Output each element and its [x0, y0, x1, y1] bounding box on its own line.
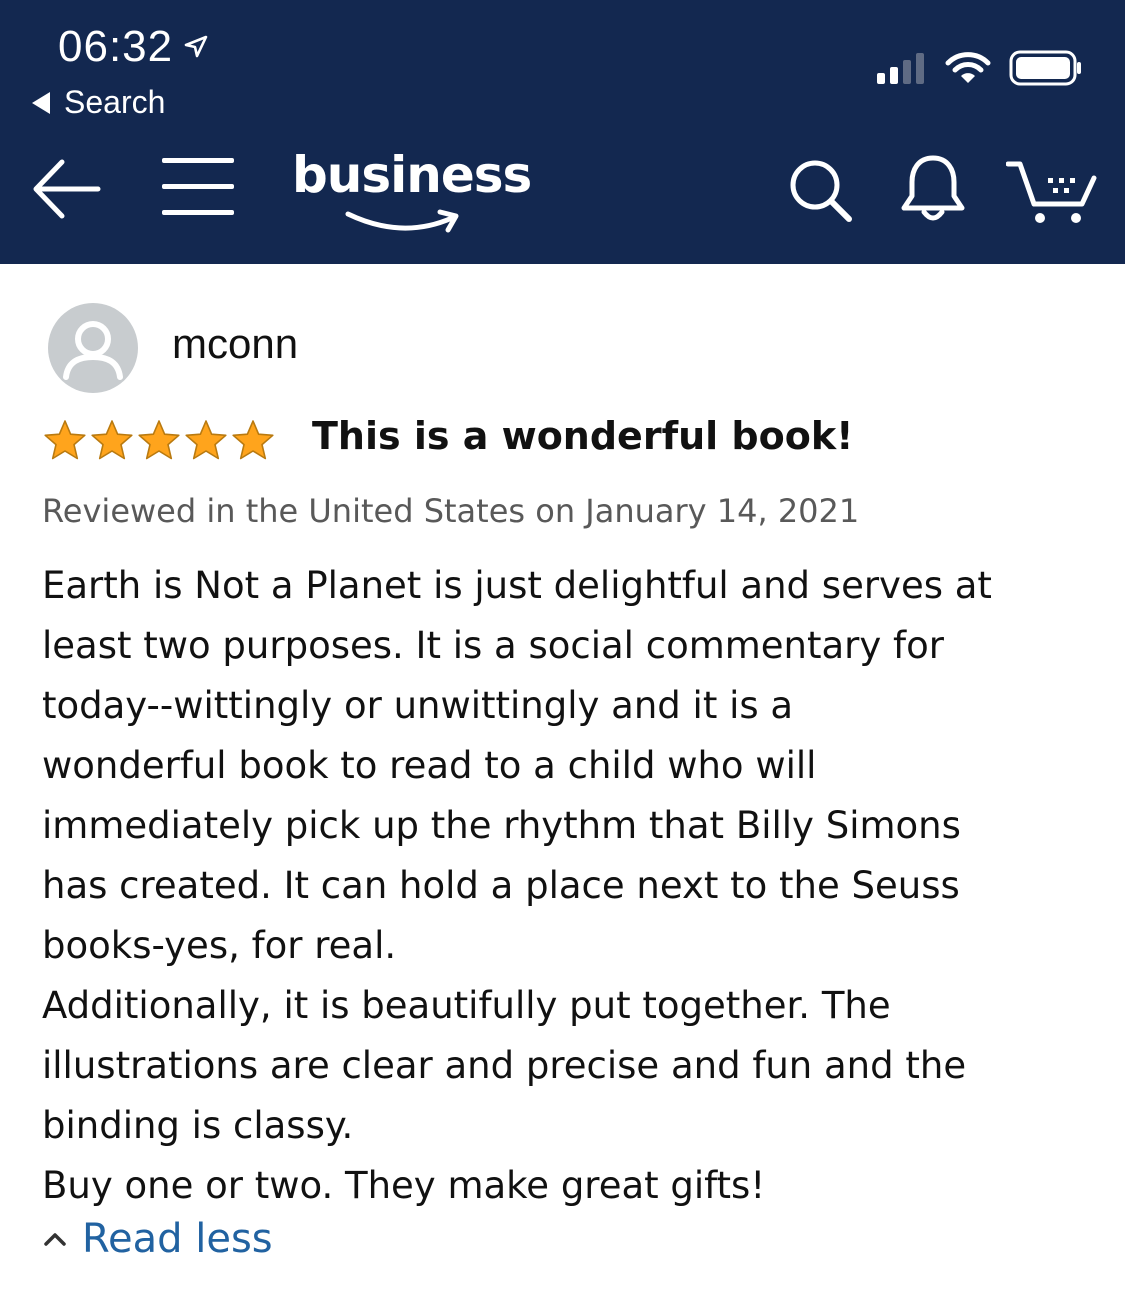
status-icons — [877, 50, 1083, 86]
review-body-line: Additionally, it is beautifully put toge… — [42, 984, 891, 1027]
search-icon[interactable] — [788, 158, 854, 224]
star-icon — [91, 420, 133, 460]
reviewer-avatar[interactable] — [48, 303, 138, 393]
star-rating — [42, 418, 276, 462]
review-body-line: has created. It can hold a place next to… — [42, 864, 960, 907]
review-body-line: illustrations are clear and precise and … — [42, 1044, 967, 1087]
star-icon — [232, 420, 274, 460]
bell-icon[interactable] — [898, 152, 968, 224]
review-body-line: binding is classy. — [42, 1104, 354, 1147]
location-arrow-icon — [184, 35, 208, 58]
review-body-line: wonderful book to read to a child who wi… — [42, 744, 817, 787]
review-title: This is a wonderful book! — [312, 414, 854, 458]
status-bar-clock: 06:32 — [58, 22, 209, 72]
battery-icon — [1009, 50, 1081, 86]
review-body-line: Earth is Not a Planet is just delightful… — [42, 564, 992, 607]
read-less-label: Read less — [82, 1216, 273, 1262]
chevron-up-icon — [44, 1233, 66, 1246]
review-body-line: today--wittingly or unwittingly and it i… — [42, 684, 794, 727]
back-to-app-label: Search — [64, 84, 166, 120]
review-body-line: immediately pick up the rhythm that Bill… — [42, 804, 961, 847]
back-arrow-icon[interactable] — [30, 156, 102, 222]
status-time-text: 06:32 — [58, 22, 174, 71]
review-date-location: Reviewed in the United States on January… — [42, 492, 860, 530]
read-less-link[interactable]: Read less — [42, 1216, 273, 1262]
review-body-line: books-yes, for real. — [42, 924, 397, 967]
cellular-signal-icon — [877, 53, 924, 84]
review-body: Earth is Not a Planet is just delightful… — [42, 556, 1102, 1216]
app-header: 06:32 Search business — [0, 0, 1125, 264]
back-to-search-app[interactable]: Search — [32, 84, 165, 121]
amazon-business-logo[interactable]: business — [292, 146, 532, 238]
review-body-line: Buy one or two. They make great gifts! — [42, 1164, 766, 1207]
review-body-line: least two purposes. It is a social comme… — [42, 624, 944, 667]
star-icon — [44, 420, 86, 460]
smile-arrow-icon — [345, 209, 459, 233]
cart-icon[interactable] — [1006, 156, 1098, 226]
reviewer-name[interactable]: mconn — [172, 320, 298, 368]
default-avatar-icon — [63, 321, 123, 380]
star-icon — [185, 420, 227, 460]
wifi-icon — [945, 52, 991, 83]
hamburger-menu-icon[interactable] — [160, 152, 236, 222]
back-triangle-icon — [32, 91, 50, 114]
brand-text: business — [292, 146, 532, 204]
star-icon — [138, 420, 180, 460]
